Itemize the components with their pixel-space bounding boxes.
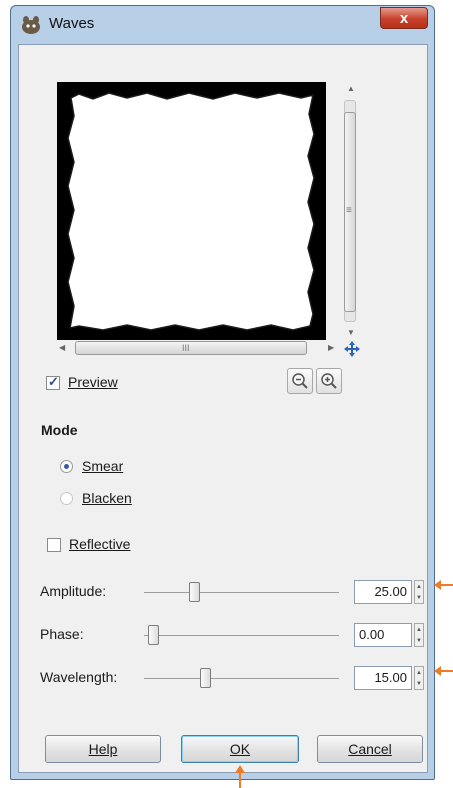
- vertical-scroll-thumb[interactable]: ≡: [344, 112, 356, 312]
- cancel-button[interactable]: Cancel: [317, 735, 423, 763]
- waves-dialog-window: Waves x ▲ ≡ ▼ ◀ III ▶ ✓ Preview Mode Sme…: [10, 5, 435, 780]
- help-button[interactable]: Help: [45, 735, 161, 763]
- navigate-move-icon[interactable]: [344, 341, 360, 357]
- preview-image: [57, 82, 326, 340]
- spin-up-icon[interactable]: ▲: [416, 627, 422, 633]
- phase-input[interactable]: 0.00: [354, 623, 412, 647]
- spin-down-icon[interactable]: ▼: [416, 681, 422, 687]
- wavelength-input[interactable]: 15.00: [354, 666, 412, 690]
- reflective-checkbox[interactable]: [47, 538, 61, 552]
- annotation-arrow-wavelength: [434, 666, 453, 676]
- scroll-up-icon[interactable]: ▲: [347, 84, 355, 93]
- blacken-radio[interactable]: [60, 492, 73, 505]
- vertical-grip: ≡: [346, 205, 352, 216]
- reflective-label[interactable]: Reflective: [69, 536, 130, 552]
- spin-up-icon[interactable]: ▲: [416, 584, 422, 590]
- preview-label-text: Preview: [68, 374, 118, 390]
- scroll-down-icon[interactable]: ▼: [347, 328, 355, 337]
- scroll-right-icon[interactable]: ▶: [328, 343, 334, 352]
- zoom-out-icon: [292, 373, 308, 389]
- amplitude-label: Amplitude:: [40, 583, 107, 599]
- phase-label: Phase:: [40, 626, 84, 642]
- dialog-content: ▲ ≡ ▼ ◀ III ▶ Preview: [18, 44, 428, 773]
- spin-down-icon[interactable]: ▼: [416, 595, 422, 601]
- phase-slider-handle[interactable]: [148, 625, 159, 645]
- wavelength-slider-handle[interactable]: [200, 668, 211, 688]
- wavelength-slider-track[interactable]: [144, 678, 339, 679]
- preview-checkbox[interactable]: [46, 374, 60, 390]
- amplitude-slider-track[interactable]: [144, 592, 339, 593]
- window-title: Waves: [49, 15, 95, 32]
- phase-spinner[interactable]: ▲ ▼: [414, 623, 424, 647]
- reflective-label-text: Reflective: [69, 536, 131, 552]
- phase-slider-track[interactable]: [144, 635, 339, 636]
- horizontal-grip: III: [182, 343, 190, 353]
- zoom-in-icon: [321, 373, 337, 389]
- annotation-arrow-ok: [235, 765, 245, 788]
- preview-canvas[interactable]: [57, 82, 326, 340]
- amplitude-slider-handle[interactable]: [189, 582, 200, 602]
- preview-label[interactable]: Preview: [68, 374, 118, 390]
- close-icon: x: [399, 9, 409, 27]
- close-button[interactable]: x: [380, 7, 428, 29]
- smear-label-text: Smear: [82, 458, 124, 474]
- blacken-label-text: Blacken: [82, 490, 132, 506]
- amplitude-spinner[interactable]: ▲ ▼: [414, 580, 424, 604]
- amplitude-input[interactable]: 25.00: [354, 580, 412, 604]
- zoom-in-button[interactable]: [316, 368, 342, 394]
- blacken-label[interactable]: Blacken: [82, 490, 132, 506]
- spin-up-icon[interactable]: ▲: [416, 670, 422, 676]
- ok-button[interactable]: OK: [181, 735, 299, 763]
- preview-vertical-scrollbar[interactable]: ▲ ≡ ▼: [342, 82, 358, 342]
- preview-horizontal-scrollbar[interactable]: ◀ III ▶: [57, 339, 342, 357]
- annotation-arrow-amplitude: [434, 580, 453, 590]
- wavelength-label: Wavelength:: [40, 669, 118, 685]
- mode-heading: Mode: [41, 422, 78, 438]
- gimp-icon: [22, 16, 40, 34]
- scroll-left-icon[interactable]: ◀: [59, 343, 65, 352]
- smear-label[interactable]: Smear: [82, 458, 123, 474]
- wavelength-spinner[interactable]: ▲ ▼: [414, 666, 424, 690]
- cancel-button-label: Cancel: [348, 741, 392, 757]
- ok-button-label: OK: [229, 741, 251, 757]
- help-button-label: Help: [88, 741, 118, 757]
- smear-radio[interactable]: [60, 460, 73, 473]
- spin-down-icon[interactable]: ▼: [416, 638, 422, 644]
- zoom-out-button[interactable]: [287, 368, 313, 394]
- horizontal-scroll-thumb[interactable]: III: [75, 341, 307, 355]
- title-bar[interactable]: Waves x: [11, 6, 434, 44]
